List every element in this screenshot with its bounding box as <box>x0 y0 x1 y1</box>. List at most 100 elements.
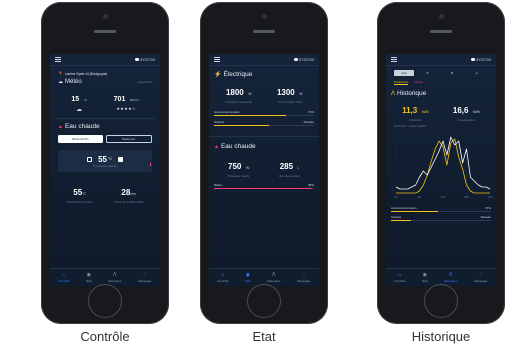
volume-unit: L <box>297 166 300 170</box>
screen-historique: SYSTOVI Jour S M A Production Conso Λ Hi… <box>386 54 496 286</box>
rating-stars: ★★★★☆ <box>116 106 136 111</box>
chat-icon: ◌ <box>479 271 483 278</box>
eau-chaude-title: Eau chaude <box>64 123 100 130</box>
eau-values: 750 W Puissance chauffe 285 L Eau chaude… <box>209 150 319 178</box>
mode-auto-button[interactable]: Mode AUTO <box>58 135 103 143</box>
series-tags: Production Conso <box>386 76 496 85</box>
tab-messages[interactable]: ◌ Messages <box>297 271 311 283</box>
tank-temp-label: Température du ballon <box>66 201 93 204</box>
earpiece <box>430 30 452 33</box>
chat-icon: ◌ <box>302 271 306 278</box>
chart-legend: Production · Consommation <box>394 125 427 128</box>
irr-unit: Wh/m² <box>129 98 139 102</box>
prod-value: 1800 <box>225 88 244 97</box>
hist-autoconso-value: 47% <box>484 206 491 210</box>
hist-values: 11,3 kWh Production 16,6 kWh Consommatio… <box>386 97 496 122</box>
ballon-label: Ballon <box>214 183 223 187</box>
surplus-bar <box>214 125 314 126</box>
home-button[interactable] <box>247 284 281 318</box>
tab-controle[interactable]: ⌂ Contrôle <box>58 271 69 283</box>
setpoint-card: 55 °C Température désirée <box>58 150 152 172</box>
cloud-sun-icon: ☁ <box>76 107 83 113</box>
mode-eco-button[interactable]: Mode éco <box>105 135 152 143</box>
screen-controle: SYSTOVI 📍 Lamine Systo 44 (Bourgogne) ☁ … <box>50 54 160 286</box>
camera <box>103 14 108 19</box>
period-day-button[interactable]: Jour <box>394 70 414 76</box>
conso-unit: W <box>299 92 303 96</box>
tab-controle[interactable]: ⌂ Contrôle <box>394 272 405 283</box>
home-button[interactable] <box>88 284 122 318</box>
camera <box>439 14 444 19</box>
tab-messages[interactable]: ◌ Messages <box>138 271 152 283</box>
power-value: 750 <box>228 162 242 171</box>
hist-prod-label: Production <box>409 119 422 122</box>
tag-conso[interactable]: Conso <box>414 80 423 85</box>
home-button[interactable] <box>424 284 458 318</box>
plus-button[interactable] <box>117 156 123 162</box>
tab-etat[interactable]: ◉ Etat <box>422 271 427 283</box>
brand-logo: SYSTOVI <box>135 58 155 62</box>
tab-controle[interactable]: ⌂ Contrôle <box>217 272 228 283</box>
tank-temp-unit: °C <box>82 192 87 196</box>
power-unit: W <box>245 166 250 170</box>
volume-value: 285 <box>279 162 294 171</box>
tab-etat[interactable]: ◉ Etat <box>245 272 250 283</box>
tab-historique[interactable]: Λ Historique <box>444 272 458 283</box>
hist-surplus-label: Surplus <box>391 215 402 219</box>
brand-logo: SYSTOVI <box>471 58 491 62</box>
period-month-button[interactable]: M <box>441 70 464 76</box>
setpoint-value: 55 <box>98 154 107 164</box>
caption-historique: Historique <box>411 329 471 344</box>
hist-conso-label: Consommation <box>457 119 476 122</box>
tank-temp-value: 55 <box>73 188 83 197</box>
historique-header: Λ Historique <box>386 85 496 97</box>
eye-icon: ◉ <box>422 271 427 278</box>
menu-icon[interactable] <box>391 57 397 62</box>
conso-value: 1300 <box>276 88 295 97</box>
hist-reseau-label: Réseau <box>480 215 491 219</box>
phone-controle: SYSTOVI 📍 Lamine Systo 44 (Bourgogne) ☁ … <box>41 2 169 324</box>
tab-messages[interactable]: ◌ Messages <box>474 271 488 283</box>
ballon-row: Ballon 98% <box>209 178 319 187</box>
autoconso-label: Autoconsommation <box>214 110 240 114</box>
bolt-icon: ⚡ <box>214 72 222 78</box>
period-week-button[interactable]: S <box>416 70 439 76</box>
x-tick-label: 24h <box>487 195 492 199</box>
autoconso-value: 72% <box>307 110 314 114</box>
tag-production[interactable]: Production <box>394 80 409 85</box>
period-year-button[interactable]: A <box>465 70 488 76</box>
menu-icon[interactable] <box>55 57 61 62</box>
setpoint-label: Température désirée <box>93 164 117 168</box>
menu-icon[interactable] <box>214 57 220 62</box>
reseau-label: Réseau <box>303 120 314 124</box>
hist-conso-unit: kWh <box>472 110 480 114</box>
flame-icon: ▲ <box>214 143 219 150</box>
tab-etat[interactable]: ◉ Etat <box>86 272 91 283</box>
electrique-header: ⚡ Électrique <box>209 66 319 78</box>
x-tick-label: 12h <box>440 195 445 199</box>
phone-historique: SYSTOVI Jour S M A Production Conso Λ Hi… <box>377 2 505 324</box>
heat-time-label: Temps de chauffe restant <box>114 201 144 204</box>
ballon-value: 98% <box>307 183 314 187</box>
tab-historique[interactable]: Λ Historique <box>267 272 281 283</box>
tab-historique[interactable]: Λ Historique <box>108 272 122 283</box>
hist-autoconso-fill <box>391 211 438 212</box>
period-segment: Jour S M A <box>386 66 496 76</box>
minus-button[interactable] <box>87 156 93 162</box>
heating-indicator <box>149 163 151 166</box>
surplus-fill <box>214 125 269 126</box>
irr-value: 701 <box>113 96 126 103</box>
prod-label: Production instantanée <box>225 101 253 104</box>
location-row[interactable]: 📍 Lamine Systo 44 (Bourgogne) <box>50 66 160 79</box>
home-icon: ⌂ <box>62 271 66 278</box>
eau-chaude-title: Eau chaude <box>220 143 256 150</box>
chat-icon: ◌ <box>143 271 147 278</box>
ballon-bar <box>214 188 314 189</box>
autoconso-fill <box>214 115 286 116</box>
hist-prod-unit: kWh <box>421 110 429 114</box>
eau-stats: 55°C Température du ballon 28min Temps d… <box>50 174 160 204</box>
prod-unit: W <box>248 92 252 96</box>
temp-value: 15 <box>71 96 80 103</box>
autoconso-bar <box>214 115 314 116</box>
elec-values: 1800 W Production instantanée 1300 W Con… <box>209 78 319 104</box>
